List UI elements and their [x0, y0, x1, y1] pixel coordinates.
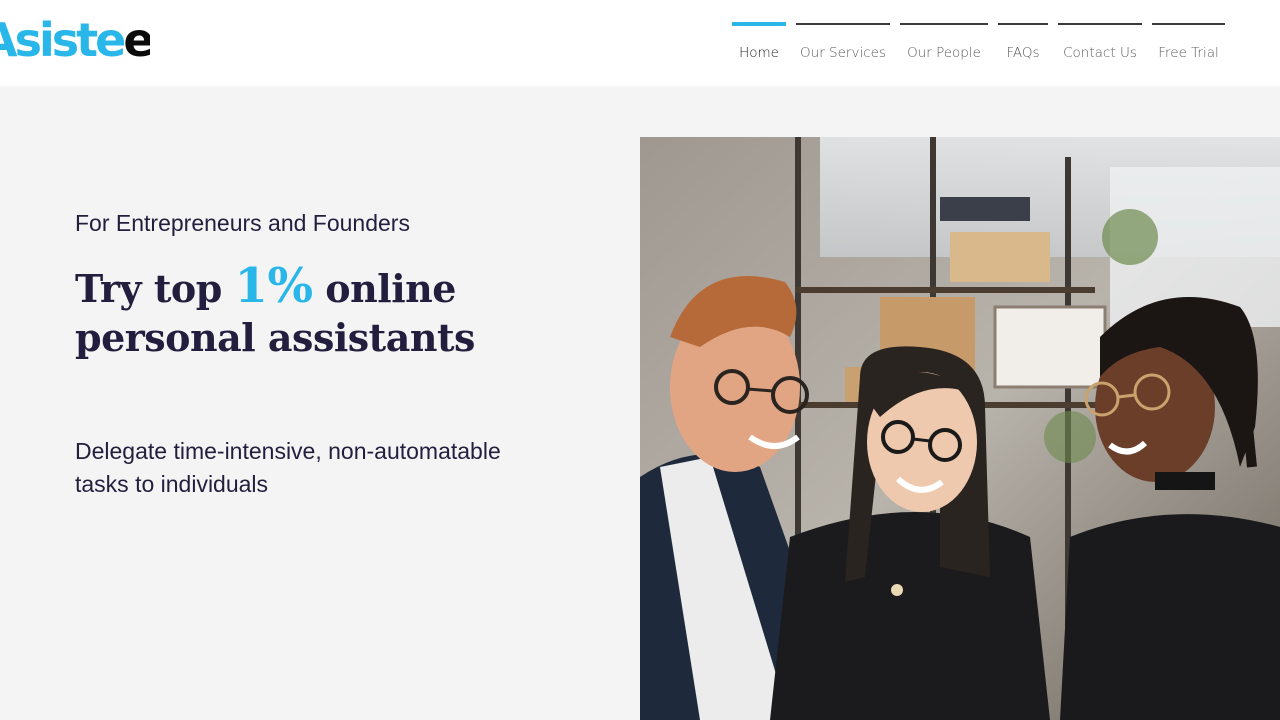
logo-wordmark: Asistee [0, 10, 150, 70]
hero-headline: Try top 1% online personal assistants [75, 262, 595, 362]
nav-item-home[interactable]: Home [732, 22, 786, 73]
site-header: Asistee Home Our Services Our People FAQ… [0, 0, 1280, 86]
three-colleagues-photo-icon [640, 137, 1280, 720]
nav-label-our-people: Our People [907, 45, 981, 61]
nav-item-faqs[interactable]: FAQs [998, 23, 1048, 73]
nav-indicator [796, 23, 890, 25]
nav-indicator [900, 23, 988, 25]
headline-accent: 1% [234, 258, 314, 314]
nav-item-free-trial[interactable]: Free Trial [1152, 23, 1225, 73]
nav-item-contact-us[interactable]: Contact Us [1058, 23, 1142, 73]
hero-eyebrow: For Entrepreneurs and Founders [75, 210, 410, 236]
logo-text-blue: Asiste [0, 13, 126, 67]
hero-image [640, 137, 1280, 720]
headline-part-1: Try top [75, 266, 235, 311]
nav-label-faqs: FAQs [1006, 45, 1040, 61]
nav-item-our-services[interactable]: Our Services [796, 23, 890, 73]
nav-indicator [732, 22, 786, 26]
hero-subtext: Delegate time-intensive, non-automatable… [75, 438, 501, 497]
nav-label-contact-us: Contact Us [1063, 45, 1137, 61]
nav-label-free-trial: Free Trial [1158, 45, 1219, 61]
logo-text-black: e [123, 13, 150, 67]
nav-indicator [998, 23, 1048, 25]
nav-item-our-people[interactable]: Our People [900, 23, 988, 73]
nav-label-home: Home [739, 45, 779, 61]
nav-indicator [1058, 23, 1142, 25]
nav-label-our-services: Our Services [800, 45, 886, 61]
brand-logo[interactable]: Asistee [0, 0, 150, 86]
nav-indicator [1152, 23, 1225, 25]
